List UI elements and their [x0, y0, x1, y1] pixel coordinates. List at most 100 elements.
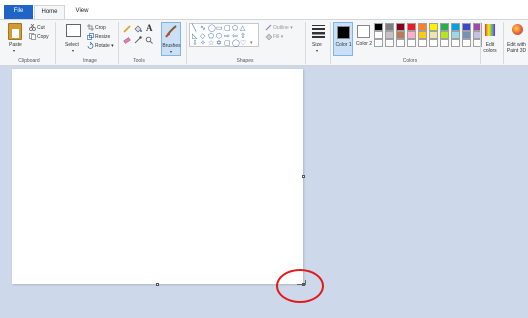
- paste-dropdown-icon[interactable]: ▾: [13, 48, 15, 53]
- oval-callout-shape-icon[interactable]: ◯: [232, 40, 240, 47]
- size-dropdown-icon[interactable]: ▾: [316, 48, 318, 53]
- oval-shape-icon[interactable]: ◯: [208, 25, 216, 32]
- size-icon[interactable]: [312, 24, 325, 38]
- polygon-shape-icon[interactable]: ⬠: [232, 25, 238, 32]
- resize-button[interactable]: Resize: [95, 34, 110, 40]
- color-picker-icon[interactable]: [134, 36, 142, 44]
- right-arrow-shape-icon[interactable]: ⇨: [224, 33, 230, 40]
- up-arrow-shape-icon[interactable]: ⇧: [240, 33, 246, 40]
- shapes-scroll-icon[interactable]: ▾: [250, 40, 253, 47]
- color-swatch[interactable]: [462, 39, 471, 47]
- outline-icon[interactable]: [265, 24, 272, 31]
- color-swatch[interactable]: [396, 39, 405, 47]
- color-swatch[interactable]: [440, 39, 449, 47]
- paint3d-icon[interactable]: [512, 24, 523, 35]
- color2-label: Color 2: [355, 41, 373, 47]
- color-swatch[interactable]: [374, 31, 383, 39]
- pencil-icon[interactable]: [123, 25, 131, 33]
- fill-icon[interactable]: [265, 33, 272, 40]
- color-swatch[interactable]: [418, 23, 427, 31]
- rotate-icon[interactable]: [87, 42, 94, 49]
- six-point-star-shape-icon[interactable]: ✡: [216, 40, 222, 47]
- line-shape-icon[interactable]: ╲: [192, 25, 196, 32]
- edit-colors-icon[interactable]: [485, 24, 495, 36]
- hexagon-shape-icon[interactable]: ⬡: [216, 33, 222, 40]
- cut-icon[interactable]: [29, 24, 36, 31]
- five-point-star-shape-icon[interactable]: ☆: [208, 40, 214, 47]
- shapes-gallery[interactable]: ╲ ∿ ◯ ▭ ▢ ⬠ △ ◺ ◇ ⬠ ⬡ ⇨ ⇦ ⇧ ⇩ ✧ ☆ ✡ ▢ ◯: [189, 23, 259, 47]
- brushes-button[interactable]: Brushes ▾: [161, 22, 181, 56]
- callout-shape-icon[interactable]: ▢: [224, 40, 231, 47]
- group-divider: [118, 22, 119, 64]
- color-swatch[interactable]: [418, 31, 427, 39]
- pentagon-shape-icon[interactable]: ⬠: [208, 33, 214, 40]
- cut-button[interactable]: Cut: [37, 25, 45, 31]
- shapes-group-label: Shapes: [236, 58, 254, 64]
- color1-button[interactable]: Color 1: [333, 22, 353, 56]
- color-swatch[interactable]: [451, 39, 460, 47]
- select-dropdown-icon[interactable]: ▾: [72, 48, 74, 53]
- fill-button[interactable]: Fill ▾: [273, 34, 283, 40]
- color-swatch[interactable]: [440, 31, 449, 39]
- select-icon[interactable]: [66, 24, 81, 37]
- tools-group-label: Tools: [133, 58, 145, 64]
- triangle-shape-icon[interactable]: △: [240, 25, 245, 32]
- crop-icon[interactable]: [87, 24, 94, 31]
- resize-icon[interactable]: [87, 33, 94, 40]
- fill-bucket-icon[interactable]: [134, 25, 142, 33]
- rounded-rectangle-shape-icon[interactable]: ▢: [224, 25, 231, 32]
- edit-with-paint3d-button[interactable]: Edit with Paint 3D: [505, 42, 528, 54]
- color1-label: Color 1: [335, 42, 352, 48]
- color-swatch[interactable]: [385, 23, 394, 31]
- group-divider: [330, 22, 331, 64]
- color-swatch[interactable]: [429, 39, 438, 47]
- color-swatch[interactable]: [385, 31, 394, 39]
- color-swatch[interactable]: [418, 39, 427, 47]
- color-swatch[interactable]: [451, 31, 460, 39]
- down-arrow-shape-icon[interactable]: ⇩: [192, 40, 198, 47]
- heart-shape-icon[interactable]: ♡: [240, 40, 246, 47]
- fill-label: Fill: [273, 34, 280, 40]
- copy-button[interactable]: Copy: [37, 34, 49, 40]
- color-swatch[interactable]: [374, 39, 383, 47]
- color-swatch[interactable]: [374, 23, 383, 31]
- drawing-canvas[interactable]: [12, 69, 303, 284]
- text-tool-icon[interactable]: A: [146, 23, 153, 33]
- resize-handle-bottom[interactable]: [156, 283, 159, 286]
- color2-button[interactable]: Color 2: [355, 22, 373, 56]
- left-arrow-shape-icon[interactable]: ⇦: [232, 33, 238, 40]
- color-swatch[interactable]: [440, 23, 449, 31]
- color-swatch[interactable]: [407, 39, 416, 47]
- color-swatch[interactable]: [407, 23, 416, 31]
- color-swatch[interactable]: [429, 31, 438, 39]
- color-swatch[interactable]: [407, 31, 416, 39]
- four-point-star-shape-icon[interactable]: ✧: [200, 40, 206, 47]
- color-swatch[interactable]: [396, 31, 405, 39]
- color-swatch[interactable]: [385, 39, 394, 47]
- color1-swatch: [337, 26, 350, 39]
- color-swatch[interactable]: [396, 23, 405, 31]
- resize-handle-right[interactable]: [302, 175, 305, 178]
- eraser-icon[interactable]: [123, 36, 131, 44]
- tab-home[interactable]: Home: [34, 5, 65, 19]
- group-divider: [55, 22, 56, 64]
- color-swatch[interactable]: [429, 23, 438, 31]
- rectangle-shape-icon[interactable]: ▭: [216, 25, 223, 32]
- edit-colors-button[interactable]: Edit colors: [480, 42, 500, 54]
- color-swatch[interactable]: [451, 23, 460, 31]
- paste-button[interactable]: Paste: [9, 42, 22, 48]
- copy-icon[interactable]: [29, 33, 36, 40]
- color-swatch[interactable]: [462, 23, 471, 31]
- outline-button[interactable]: Outline ▾: [273, 25, 293, 31]
- curve-shape-icon[interactable]: ∿: [200, 25, 206, 32]
- diamond-shape-icon[interactable]: ◇: [200, 33, 205, 40]
- rotate-button[interactable]: Rotate ▾: [95, 43, 114, 49]
- tab-file[interactable]: File: [4, 5, 33, 19]
- tab-view[interactable]: View: [68, 5, 96, 19]
- right-triangle-shape-icon[interactable]: ◺: [192, 33, 197, 40]
- magnifier-icon[interactable]: [145, 36, 153, 44]
- color-swatch[interactable]: [462, 31, 471, 39]
- paste-icon[interactable]: [8, 23, 22, 40]
- ribbon: Paste ▾ Cut Copy Clipboard Select ▾ Crop…: [0, 19, 528, 66]
- crop-button[interactable]: Crop: [95, 25, 106, 31]
